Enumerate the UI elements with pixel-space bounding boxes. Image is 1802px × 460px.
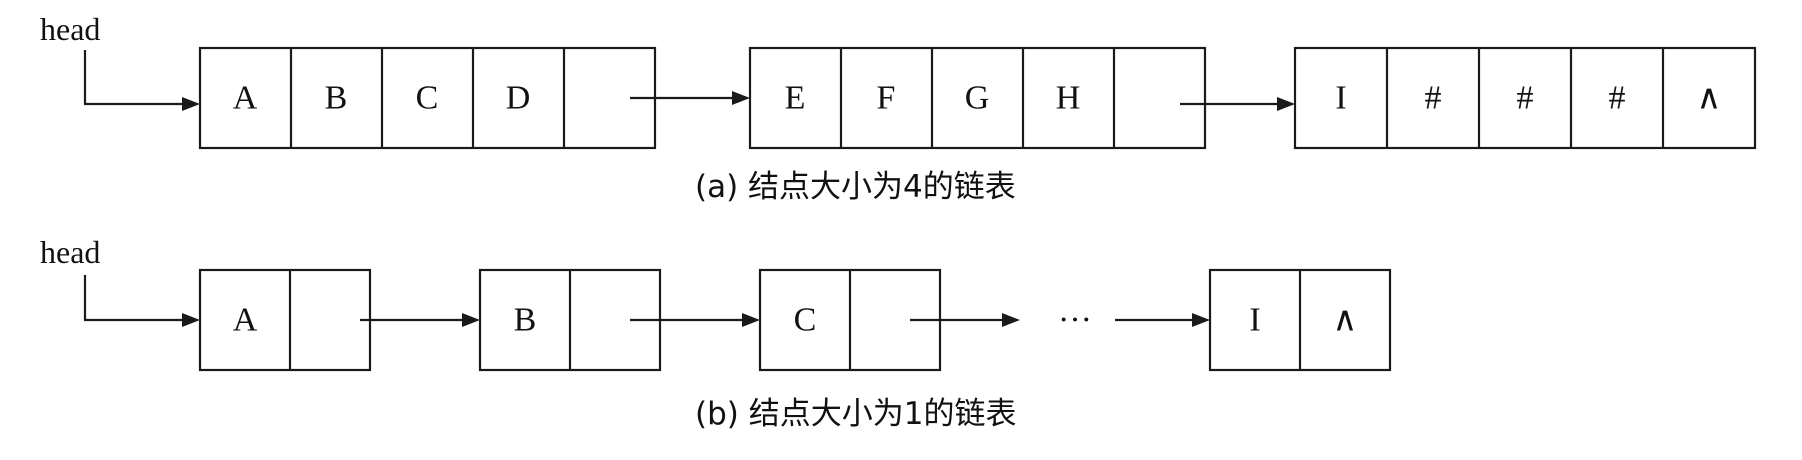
node-b-1: A (198, 268, 372, 372)
caption-b: (b) 结点大小为1的链表 (695, 396, 1016, 432)
null-pointer-cell: ∧ (1333, 302, 1358, 339)
head-label-b: head (40, 234, 100, 270)
node-cell: H (1056, 80, 1081, 117)
linked-list-diagram: head A B C D E F G H I # # # ∧ (a) 结点大小为… (0, 0, 1802, 460)
head-label-a: head (40, 11, 100, 47)
node-cell: I (1335, 80, 1346, 117)
link-arrow-b-1 (360, 313, 480, 327)
node-cell: A (233, 302, 258, 339)
node-a-1: A B C D (198, 46, 657, 150)
head-pointer-b (83, 275, 200, 327)
node-a-3: I # # # ∧ (1293, 46, 1757, 150)
node-cell: B (514, 302, 537, 339)
node-cell: I (1249, 302, 1260, 339)
node-cell: D (506, 80, 531, 117)
node-cell: F (877, 80, 896, 117)
diagram-canvas: head A B C D E F G H I # # # ∧ (a) 结点大小为… (40, 11, 1757, 432)
node-cell: G (965, 80, 990, 117)
list-a: head A B C D E F G H I # # # ∧ (a) 结点大小为… (40, 11, 1757, 205)
list-b: head A B C ··· I ∧ (b) 结点大小为1的链表 (40, 234, 1392, 432)
null-pointer-cell: ∧ (1697, 80, 1722, 117)
node-cell: # (1517, 80, 1534, 117)
node-b-4: I ∧ (1208, 268, 1392, 372)
node-a-2: E F G H (748, 46, 1207, 150)
caption-a: (a) 结点大小为4的链表 (695, 169, 1016, 205)
node-cell: # (1609, 80, 1626, 117)
node-cell: A (233, 80, 258, 117)
node-cell: C (794, 302, 817, 339)
node-cell: # (1425, 80, 1442, 117)
node-cell: B (325, 80, 348, 117)
ellipsis: ··· (1058, 302, 1092, 339)
link-arrow-b-4 (1115, 313, 1210, 327)
head-pointer-a (83, 50, 200, 111)
node-cell: C (416, 80, 439, 117)
node-cell: E (785, 80, 806, 117)
